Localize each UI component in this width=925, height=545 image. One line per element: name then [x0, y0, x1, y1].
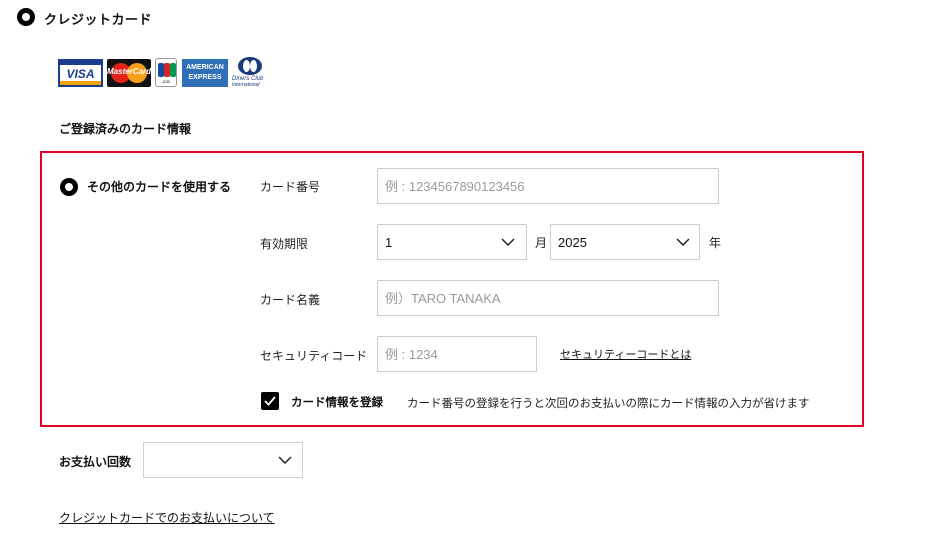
- year-unit: 年: [709, 236, 722, 250]
- expiry-year-select[interactable]: 2025: [550, 224, 700, 260]
- visa-logo-text: VISA: [66, 67, 95, 81]
- security-code-label: セキュリティコード: [260, 349, 368, 363]
- amex-logo: AMERICAN EXPRESS: [182, 59, 228, 87]
- card-name-input[interactable]: [377, 280, 719, 316]
- amex-logo-line1: AMERICAN: [186, 64, 224, 71]
- installments-label: お支払い回数: [59, 455, 132, 469]
- chevron-down-icon: [501, 238, 515, 246]
- other-card-option-label[interactable]: その他のカードを使用する: [87, 178, 231, 195]
- checkmark-icon: [264, 396, 276, 406]
- save-card-description: カード番号の登録を行うと次回のお支払いの際にカード情報の入力が省けます: [407, 396, 810, 410]
- save-card-checkbox[interactable]: [261, 392, 279, 410]
- visa-logo: VISA: [58, 59, 103, 87]
- jcb-logo: JCB: [155, 58, 177, 87]
- mastercard-logo-text: MasterCard: [107, 67, 152, 76]
- credit-card-payment-info-link[interactable]: クレジットカードでのお支払いについて: [59, 509, 275, 526]
- chevron-down-icon: [278, 456, 292, 464]
- card-name-label: カード名義: [260, 293, 321, 307]
- save-card-label[interactable]: カード情報を登録: [291, 394, 383, 410]
- expiry-year-value: 2025: [558, 235, 587, 250]
- credit-card-radio[interactable]: [17, 8, 35, 26]
- installments-select[interactable]: [143, 442, 303, 478]
- security-code-help-link[interactable]: セキュリティーコードとは: [560, 346, 691, 362]
- diners-logo: Diners Club International: [232, 57, 272, 89]
- card-number-input[interactable]: [377, 168, 719, 204]
- month-unit: 月: [535, 236, 548, 250]
- security-code-input[interactable]: [377, 336, 537, 372]
- jcb-logo-text: JCB: [162, 79, 170, 84]
- expiry-month-value: 1: [385, 235, 393, 250]
- chevron-down-icon: [676, 238, 690, 246]
- expiry-month-select[interactable]: 1: [377, 224, 527, 260]
- expiry-label: 有効期限: [260, 237, 309, 251]
- diners-logo-line2: International: [232, 82, 260, 88]
- card-number-label: カード番号: [260, 180, 321, 194]
- mastercard-logo: MasterCard: [107, 59, 151, 87]
- amex-logo-line2: EXPRESS: [188, 74, 222, 81]
- registered-card-heading: ご登録済みのカード情報: [59, 122, 192, 136]
- section-title: クレジットカード: [44, 13, 153, 28]
- other-card-radio[interactable]: [60, 178, 78, 196]
